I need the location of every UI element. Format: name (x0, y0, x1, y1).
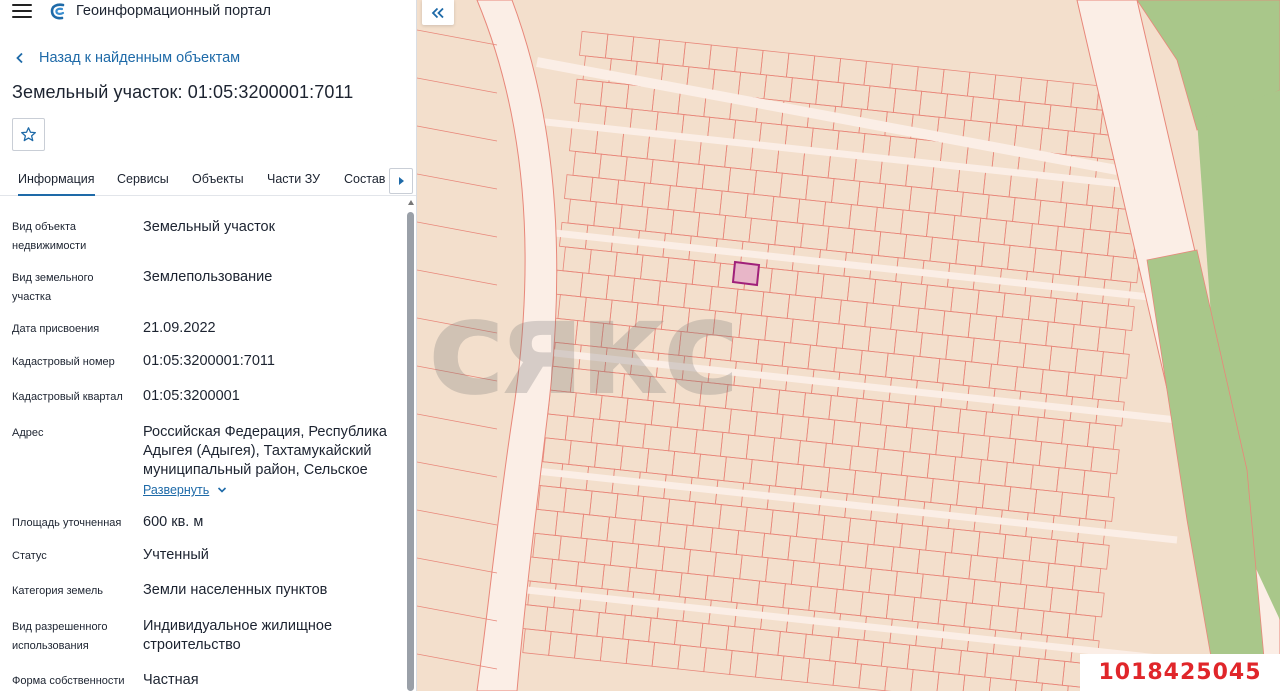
object-title: Земельный участок: 01:05:3200001:7011 (12, 82, 354, 102)
detail-value: 01:05:3200001:7011 (143, 353, 275, 369)
triangle-right-icon (398, 177, 404, 185)
chevron-left-icon (16, 52, 23, 64)
detail-value: Земельный участок (143, 219, 275, 235)
detail-label: Кадастровый квартал (12, 391, 123, 403)
detail-label: Статус (12, 550, 47, 562)
detail-label: Вид земельного участка (12, 272, 94, 303)
collapse-panel-button[interactable] (422, 0, 454, 25)
double-chevron-left-icon (431, 7, 444, 18)
listing-id-badge: 1018425045 (1080, 654, 1280, 691)
details-list: Вид объекта недвижимости Земельный участ… (0, 197, 405, 691)
tab-bar: Информация Сервисы Объекты Части ЗУ Сост… (0, 166, 416, 196)
hamburger-menu-icon[interactable] (12, 4, 32, 20)
tab-composition[interactable]: Состав (344, 172, 385, 186)
detail-value: Учтенный (143, 547, 209, 563)
back-link-label: Назад к найденным объектам (39, 50, 241, 66)
detail-value: 01:05:3200001 (143, 388, 240, 404)
panel-scrollbar[interactable] (406, 200, 415, 691)
detail-label: Адрес (12, 427, 44, 439)
detail-value: 21.09.2022 (143, 320, 216, 336)
detail-value: Земли населенных пунктов (143, 582, 328, 598)
app-title: Геоинформационный портал (76, 3, 271, 19)
listing-id: 1018425045 (1098, 660, 1262, 685)
selected-parcel (731, 260, 761, 287)
portal-logo-icon (50, 3, 65, 20)
detail-label: Дата присвоения (12, 323, 100, 335)
detail-value: Землепользование (143, 269, 273, 285)
expand-label: Развернуть (143, 483, 210, 497)
detail-label: Площадь уточненная (12, 517, 122, 529)
tab-objects[interactable]: Объекты (192, 172, 244, 186)
detail-value-address: Российская Федерация, Республика Адыгея … (143, 424, 387, 478)
address-expand-link[interactable]: Развернуть (143, 483, 227, 497)
favorite-button[interactable] (12, 118, 45, 151)
scrollbar-thumb[interactable] (407, 212, 414, 691)
tab-parts[interactable]: Части ЗУ (267, 172, 320, 186)
detail-value: Индивидуальное жилищное строительство (143, 618, 333, 653)
detail-value: Частная (143, 672, 199, 688)
tab-services[interactable]: Сервисы (117, 172, 169, 186)
watermark: сякс (428, 271, 741, 425)
tabs-next-button[interactable] (389, 168, 413, 194)
detail-label: Вид объекта недвижимости (12, 221, 87, 252)
detail-label: Кадастровый номер (12, 356, 115, 368)
scroll-up-arrow-icon[interactable] (408, 200, 414, 205)
detail-label: Категория земель (12, 585, 103, 597)
star-outline-icon (21, 127, 36, 142)
detail-label: Вид разрешенного использования (12, 621, 108, 652)
top-bar: Геоинформационный портал (0, 0, 416, 24)
detail-label: Форма собственности (12, 675, 125, 687)
chevron-down-icon (218, 487, 227, 493)
back-to-results-link[interactable]: Назад к найденным объектам (14, 48, 240, 68)
detail-value: 600 кв. м (143, 514, 204, 530)
tab-information[interactable]: Информация (18, 172, 95, 196)
info-panel: Геоинформационный портал Назад к найденн… (0, 0, 417, 691)
